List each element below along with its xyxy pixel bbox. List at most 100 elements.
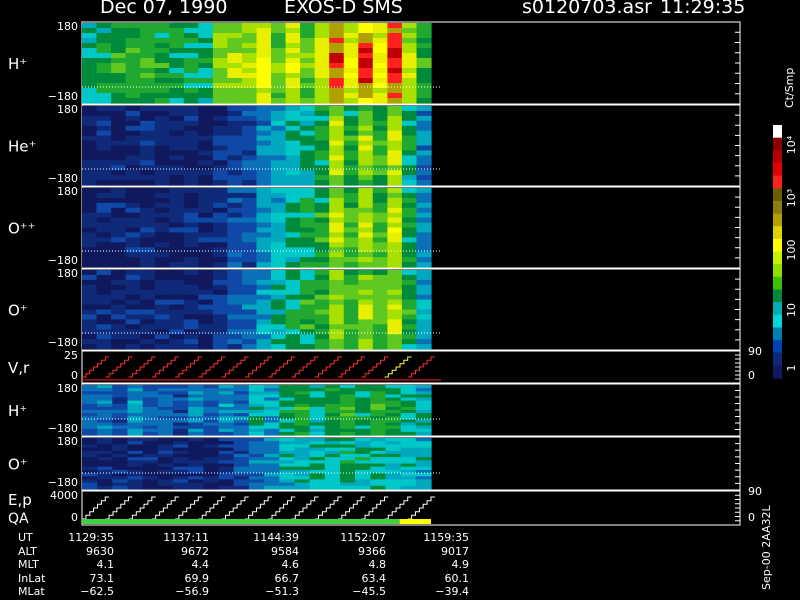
heatmap-cell <box>285 150 301 156</box>
heatmap-cell <box>242 227 258 233</box>
heatmap-cell <box>127 431 144 436</box>
heatmap-cell <box>227 329 243 335</box>
heatmap-cell <box>169 130 185 137</box>
heatmap-cell <box>256 232 272 238</box>
heatmap-cell <box>96 140 112 147</box>
heatmap-cell <box>96 48 112 54</box>
heatmap-cell <box>355 485 371 490</box>
y-tick-label: 180 <box>57 103 78 116</box>
heatmap-cell <box>212 309 228 315</box>
heatmap-cell <box>343 155 359 161</box>
heatmap-cell <box>387 324 403 330</box>
heatmap-cell <box>154 247 170 253</box>
heatmap-cell <box>82 115 98 122</box>
heatmap-cell <box>387 294 403 301</box>
heatmap-cell <box>242 294 258 301</box>
heatmap-cell <box>358 83 374 89</box>
heatmap-cell <box>271 197 287 204</box>
heatmap-cell <box>401 125 417 132</box>
heatmap-cell <box>401 279 417 286</box>
time-axis-value: 1159:35 <box>423 531 469 544</box>
heatmap-cell <box>82 170 98 176</box>
heatmap-cell <box>300 145 316 151</box>
heatmap-cell <box>169 247 185 253</box>
heatmap-cell <box>387 125 403 132</box>
heatmap-cell <box>370 425 387 430</box>
heatmap-cell <box>358 329 374 335</box>
heatmap-cell <box>198 222 214 229</box>
heatmap-cell <box>97 425 113 430</box>
heatmap-cell <box>314 150 330 156</box>
heatmap-cell <box>416 23 432 29</box>
heatmap-cell <box>142 425 159 430</box>
heatmap-cell <box>372 88 388 94</box>
heatmap-cell <box>125 227 141 233</box>
heatmap-cell <box>343 58 359 64</box>
heatmap-cell <box>212 145 228 151</box>
heatmap-cell <box>111 247 127 253</box>
heatmap-cell <box>248 485 265 490</box>
heatmap-cell <box>96 294 112 301</box>
heatmap-cell <box>329 252 345 258</box>
heatmap-cell <box>82 68 98 74</box>
heatmap-cell <box>314 222 330 229</box>
heatmap-cell <box>372 279 388 286</box>
heatmap-cell <box>300 115 316 122</box>
heatmap-cell <box>97 400 113 405</box>
heatmap-cell <box>227 284 243 291</box>
heatmap-cell <box>300 252 316 258</box>
heatmap-cell <box>271 150 287 156</box>
heatmap-cell <box>242 73 258 79</box>
heatmap-cell <box>256 150 272 156</box>
heatmap-cell <box>271 304 287 311</box>
heatmap-cell <box>212 150 228 156</box>
heatmap-cell <box>401 324 417 330</box>
heatmap-cell <box>198 299 214 306</box>
heatmap-cell <box>198 48 214 54</box>
heatmap-cell <box>372 83 388 89</box>
heatmap-cell <box>111 53 127 59</box>
colorbar-segment <box>773 340 782 354</box>
heatmap-cell <box>169 344 185 350</box>
heatmap-cell <box>242 165 258 171</box>
heatmap-cell <box>140 145 156 151</box>
heatmap-cell <box>169 120 185 127</box>
heatmap-cell <box>212 262 228 268</box>
heatmap-cell <box>169 232 185 238</box>
colorbar-segment <box>773 251 782 265</box>
heatmap-cell <box>358 43 374 49</box>
heatmap-cell <box>358 165 374 171</box>
heatmap-cell <box>256 53 272 59</box>
heatmap-cell <box>401 155 417 161</box>
heatmap-cell <box>82 180 98 186</box>
heatmap-cell <box>358 294 374 301</box>
heatmap-cell <box>256 135 272 142</box>
heatmap-cell <box>198 197 214 204</box>
heatmap-cell <box>343 68 359 74</box>
heatmap-cell <box>82 63 98 69</box>
colorbar-segment <box>773 289 782 303</box>
heatmap-cell <box>314 299 330 306</box>
heatmap-cell <box>82 88 98 94</box>
heatmap-cell <box>358 145 374 151</box>
heatmap-cell <box>416 120 432 127</box>
heatmap-cell <box>154 170 170 176</box>
heatmap-cell <box>355 431 371 436</box>
heatmap-cell <box>300 130 316 137</box>
heatmap-cell <box>372 120 388 127</box>
heatmap-cell <box>169 202 185 209</box>
heatmap-cell <box>256 83 272 89</box>
heatmap-cell <box>300 140 316 147</box>
heatmap-cell <box>140 207 156 214</box>
heatmap-cell <box>387 28 403 34</box>
heatmap-cell <box>125 23 141 29</box>
heatmap-cell <box>212 217 228 224</box>
heatmap-cell <box>329 170 345 176</box>
heatmap-cell <box>140 165 156 171</box>
heatmap-cell <box>256 212 272 219</box>
heatmap-cell <box>358 232 374 238</box>
heatmap-cell <box>401 98 417 104</box>
heatmap-cell <box>300 48 316 54</box>
heatmap-cell <box>314 207 330 214</box>
heatmap-cell <box>416 334 432 340</box>
